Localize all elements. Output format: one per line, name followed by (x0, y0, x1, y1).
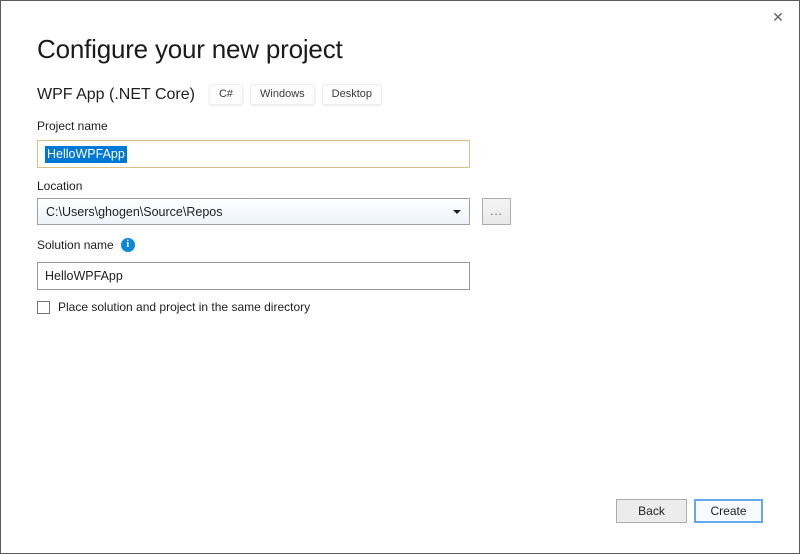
solution-name-value: HelloWPFApp (45, 269, 123, 283)
same-directory-row: Place solution and project in the same d… (37, 300, 310, 314)
info-icon[interactable]: i (121, 238, 135, 252)
tag-windows: Windows (250, 84, 315, 105)
browse-button[interactable]: ... (482, 198, 511, 225)
template-tags: C# Windows Desktop (209, 84, 382, 105)
project-name-input[interactable]: HelloWPFApp (37, 140, 470, 168)
template-info-row: WPF App (.NET Core) C# Windows Desktop (37, 84, 382, 105)
template-name: WPF App (.NET Core) (37, 86, 195, 104)
project-name-label: Project name (37, 119, 108, 133)
project-name-selected-text: HelloWPFApp (45, 146, 127, 163)
location-value: C:\Users\ghogen\Source\Repos (46, 205, 222, 219)
chevron-down-icon[interactable] (453, 210, 461, 214)
tag-csharp: C# (209, 84, 243, 105)
back-button[interactable]: Back (616, 499, 687, 523)
configure-project-dialog: ✕ Configure your new project WPF App (.N… (0, 0, 800, 554)
solution-name-label: Solution name (37, 238, 114, 252)
same-directory-label: Place solution and project in the same d… (58, 300, 310, 314)
solution-name-input[interactable]: HelloWPFApp (37, 262, 470, 290)
close-button[interactable]: ✕ (765, 5, 791, 29)
location-label: Location (37, 179, 82, 193)
tag-desktop: Desktop (322, 84, 382, 105)
create-button[interactable]: Create (694, 499, 763, 523)
same-directory-checkbox[interactable] (37, 301, 50, 314)
solution-name-label-row: Solution name i (37, 238, 135, 252)
page-title: Configure your new project (37, 34, 343, 65)
location-combobox[interactable]: C:\Users\ghogen\Source\Repos (37, 198, 470, 225)
close-icon: ✕ (772, 9, 784, 26)
